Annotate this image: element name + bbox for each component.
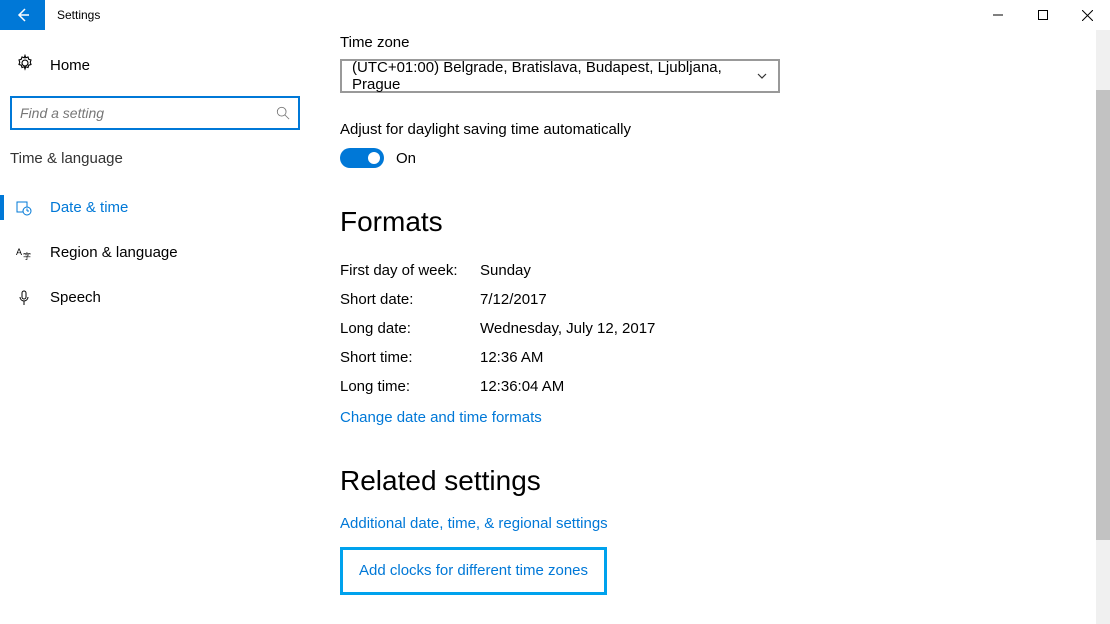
highlighted-link-box: Add clocks for different time zones bbox=[340, 547, 607, 595]
sidebar-home[interactable]: Home bbox=[10, 40, 300, 96]
scrollbar-thumb[interactable] bbox=[1096, 90, 1110, 540]
timezone-value: (UTC+01:00) Belgrade, Bratislava, Budape… bbox=[352, 59, 748, 93]
format-value: 12:36 AM bbox=[480, 349, 543, 366]
formats-heading: Formats bbox=[340, 168, 1110, 256]
format-key: Long time: bbox=[340, 378, 480, 395]
close-button[interactable] bbox=[1065, 0, 1110, 30]
change-formats-link[interactable]: Change date and time formats bbox=[340, 409, 542, 426]
format-value: 12:36:04 AM bbox=[480, 378, 564, 395]
sidebar-item-label: Region & language bbox=[50, 244, 178, 261]
svg-text:字: 字 bbox=[23, 251, 31, 261]
format-key: Short time: bbox=[340, 349, 480, 366]
chevron-down-icon bbox=[756, 69, 768, 86]
scrollbar[interactable] bbox=[1096, 30, 1110, 624]
maximize-button[interactable] bbox=[1020, 0, 1065, 30]
search-input-wrap[interactable] bbox=[10, 96, 300, 130]
sidebar-item-region-language[interactable]: A字 Region & language bbox=[0, 230, 300, 275]
related-heading: Related settings bbox=[340, 427, 1110, 515]
gear-icon bbox=[16, 54, 34, 76]
back-button[interactable] bbox=[0, 0, 45, 30]
sidebar-item-label: Date & time bbox=[50, 199, 128, 216]
formats-table: First day of week:Sunday Short date:7/12… bbox=[340, 256, 1110, 401]
maximize-icon bbox=[1038, 10, 1048, 20]
language-icon: A字 bbox=[16, 245, 32, 261]
svg-text:A: A bbox=[16, 247, 22, 257]
timezone-label: Time zone bbox=[340, 34, 1110, 59]
format-value: Wednesday, July 12, 2017 bbox=[480, 320, 655, 337]
search-input[interactable] bbox=[20, 105, 268, 121]
sidebar-item-label: Speech bbox=[50, 289, 101, 306]
format-key: First day of week: bbox=[340, 262, 480, 279]
microphone-icon bbox=[16, 290, 32, 306]
close-icon bbox=[1082, 10, 1093, 21]
minimize-button[interactable] bbox=[975, 0, 1020, 30]
add-clocks-link[interactable]: Add clocks for different time zones bbox=[359, 562, 588, 579]
format-key: Long date: bbox=[340, 320, 480, 337]
toggle-knob bbox=[368, 152, 380, 164]
additional-settings-link[interactable]: Additional date, time, & regional settin… bbox=[340, 515, 608, 532]
sidebar-home-label: Home bbox=[50, 57, 90, 74]
search-icon bbox=[276, 106, 290, 125]
timezone-dropdown[interactable]: (UTC+01:00) Belgrade, Bratislava, Budape… bbox=[340, 59, 780, 93]
calendar-clock-icon bbox=[16, 200, 32, 216]
format-value: Sunday bbox=[480, 262, 531, 279]
window-title: Settings bbox=[45, 8, 100, 22]
minimize-icon bbox=[993, 10, 1003, 20]
sidebar-category: Time & language bbox=[10, 150, 300, 185]
dst-toggle[interactable] bbox=[340, 148, 384, 168]
dst-toggle-text: On bbox=[396, 150, 416, 167]
format-key: Short date: bbox=[340, 291, 480, 308]
format-value: 7/12/2017 bbox=[480, 291, 547, 308]
arrow-left-icon bbox=[15, 7, 31, 23]
dst-label: Adjust for daylight saving time automati… bbox=[340, 93, 1110, 148]
sidebar-item-date-time[interactable]: Date & time bbox=[0, 185, 300, 230]
sidebar-item-speech[interactable]: Speech bbox=[0, 275, 300, 320]
